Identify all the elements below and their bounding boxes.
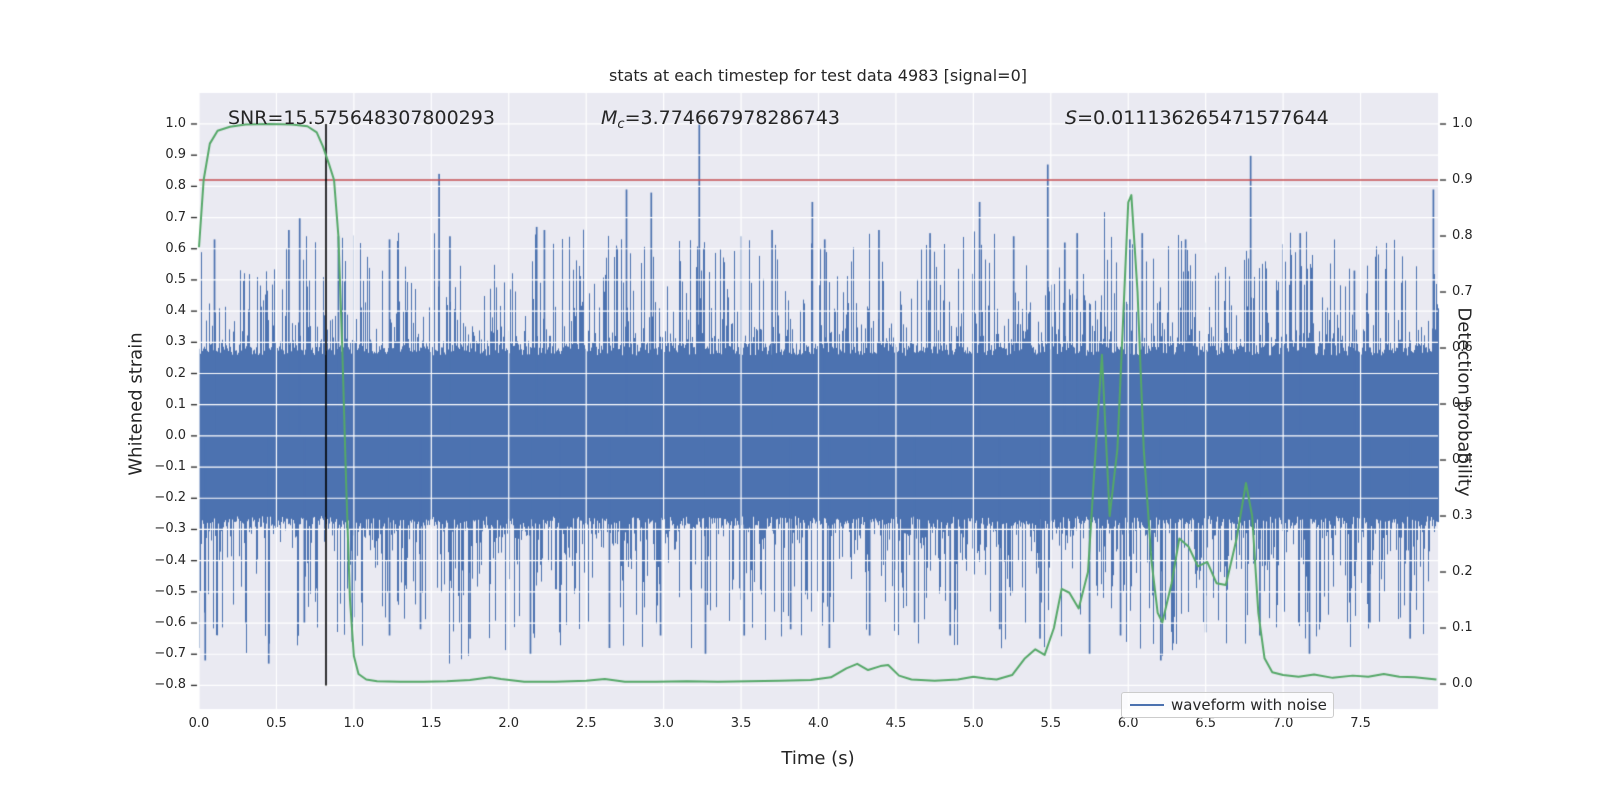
y-left-tick-label: 0.6	[165, 240, 186, 256]
x-axis-label: Time (s)	[781, 748, 855, 769]
y-right-tick-label: 0.5	[1452, 396, 1473, 412]
x-tick-label: 6.5	[1195, 716, 1217, 731]
x-tick-label: 0.0	[188, 716, 210, 731]
y-left-tick-label: 0.8	[165, 178, 186, 194]
annotation-chirp-mass: Mc=3.774667978286743	[601, 107, 840, 132]
y-left-tick-label: 0.9	[165, 147, 186, 163]
x-tick-label: 4.5	[885, 716, 907, 731]
y-right-tick-label: 0.3	[1452, 508, 1473, 524]
y-left-tick-label: −0.7	[154, 646, 186, 662]
y-left-tick-label: −0.5	[154, 583, 186, 599]
y-right-tick-label: 0.6	[1452, 340, 1473, 356]
y-left-tick-label: 0.7	[165, 209, 186, 225]
annotation-significance: S=0.011136265471577644	[1065, 107, 1329, 129]
y-left-tick-label: −0.2	[154, 490, 186, 506]
x-tick-label: 7.0	[1272, 716, 1294, 731]
x-tick-label: 2.5	[575, 716, 597, 731]
y-left-tick-label: 0.2	[165, 365, 186, 381]
y-right-tick-label: 0.7	[1452, 284, 1473, 300]
y-right-tick-label: 1.0	[1452, 116, 1473, 132]
y-right-tick-label: 0.2	[1452, 564, 1473, 580]
legend: waveform with noise	[1121, 692, 1334, 718]
x-tick-label: 1.5	[420, 716, 442, 731]
x-tick-label: 3.0	[653, 716, 674, 731]
x-tick-label: 1.0	[343, 716, 365, 731]
y-left-tick-label: 0.3	[165, 334, 186, 350]
chirp-mass-subscript: c	[617, 117, 625, 132]
chirp-mass-symbol: M	[601, 107, 618, 129]
y-left-tick-label: −0.6	[154, 615, 186, 631]
y-right-tick-label: 0.4	[1452, 452, 1473, 468]
y-right-tick-label: 0.1	[1452, 620, 1473, 636]
x-tick-label: 2.0	[498, 716, 520, 731]
y-right-tick-label: 0.0	[1452, 676, 1473, 692]
x-tick-label: 7.5	[1350, 716, 1371, 731]
x-tick-label: 4.0	[808, 716, 829, 731]
chart-title: stats at each timestep for test data 498…	[608, 66, 1028, 85]
significance-symbol: S	[1065, 107, 1078, 129]
y-left-tick-label: 0.1	[165, 396, 186, 412]
y-left-tick-label: −0.1	[154, 459, 186, 475]
x-tick-label: 3.5	[730, 716, 752, 731]
y-left-tick-label: 0.5	[165, 271, 186, 287]
y-left-tick-label: 1.0	[165, 115, 186, 131]
figure: stats at each timestep for test data 498…	[0, 0, 1600, 800]
x-tick-label: 5.5	[1040, 716, 1062, 731]
significance-value: =0.011136265471577644	[1077, 107, 1329, 129]
annotation-snr: SNR=15.575648307800293	[228, 107, 495, 129]
y-right-tick-label: 0.9	[1452, 172, 1473, 188]
chirp-mass-value: =3.774667978286743	[624, 107, 840, 129]
y-right-tick-label: 0.8	[1452, 228, 1473, 244]
legend-label: waveform with noise	[1171, 696, 1327, 714]
y-left-tick-label: −0.4	[154, 552, 186, 568]
x-tick-label: 6.0	[1117, 716, 1139, 731]
y-left-tick-label: −0.8	[154, 677, 186, 693]
x-tick-label: 0.5	[266, 716, 287, 731]
y-left-tick-label: 0.0	[165, 427, 186, 443]
y-left-tick-label: −0.3	[154, 521, 186, 537]
y-left-tick-label: 0.4	[165, 303, 186, 319]
x-tick-label: 5.0	[963, 716, 984, 731]
legend-line-sample	[1130, 704, 1164, 707]
